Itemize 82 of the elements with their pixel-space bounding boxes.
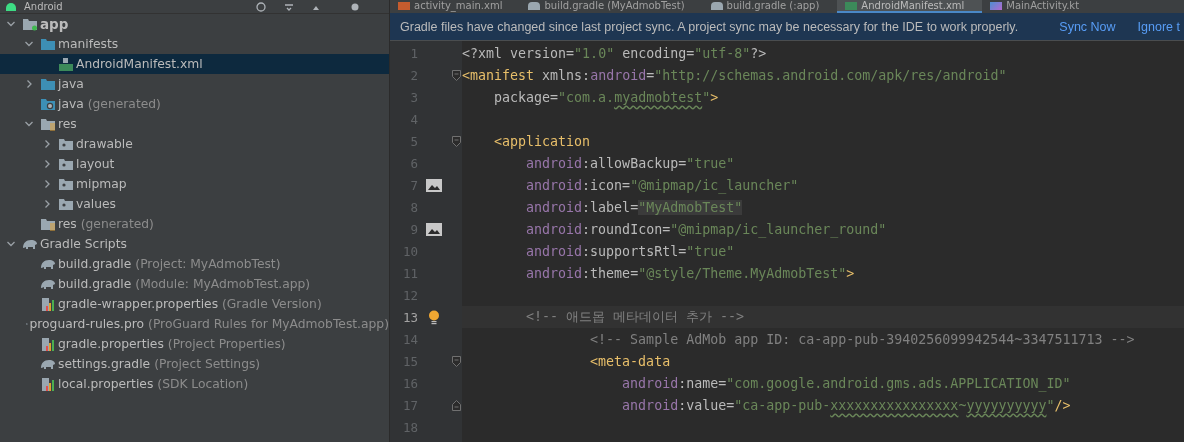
chevron-icon[interactable] <box>6 19 16 29</box>
banner-link[interactable]: Ignore t <box>1137 19 1180 34</box>
settings-icon[interactable] <box>349 1 361 12</box>
tree-item[interactable]: Gradle Scripts <box>0 234 389 254</box>
chevron-icon[interactable] <box>42 159 52 169</box>
editor-tab[interactable]: build.gradle (MyAdmobTest) <box>520 0 703 13</box>
tree-item[interactable]: gradle.properties (Project Properties) <box>0 334 389 354</box>
folder-icon <box>58 177 74 191</box>
tree-item[interactable]: java (generated) <box>0 94 389 114</box>
code-line: android:icon="@mipmap/ic_launcher" <box>525 177 799 193</box>
elephant-icon <box>40 277 56 291</box>
folder-icon <box>40 77 56 91</box>
image-icon <box>426 178 442 192</box>
folder-icon <box>58 157 74 171</box>
code-line: android:theme="@style/Theme.MyAdmobTest"> <box>525 265 855 281</box>
code-line: android:allowBackup="true" <box>525 155 735 171</box>
properties-file-icon <box>40 297 56 311</box>
android-icon <box>6 2 16 11</box>
properties-file-icon <box>40 377 56 391</box>
fold-icon[interactable] <box>451 355 461 367</box>
editor-tab[interactable]: build.gradle (:app) <box>702 0 838 13</box>
code-line: <meta-data <box>589 353 671 369</box>
tree-item[interactable]: res (generated) <box>0 214 389 234</box>
folder-icon <box>58 197 74 211</box>
editor-tab[interactable]: MainActivity.kt <box>982 0 1098 13</box>
chevron-icon[interactable] <box>42 139 52 149</box>
tree-item[interactable]: app <box>0 14 389 34</box>
elephant-icon <box>22 237 38 251</box>
manifest-file-icon <box>58 57 74 71</box>
chevron-icon[interactable] <box>24 79 34 89</box>
chevron-icon[interactable] <box>24 39 34 49</box>
banner-message: Gradle files have changed since last project sync. A project sync may be necessary for the IDE to work properly. <box>400 19 1019 34</box>
tree-item[interactable]: java <box>0 74 389 94</box>
folder-icon <box>40 117 56 131</box>
tree-item[interactable]: build.gradle (Module: MyAdmobTest.app) <box>0 274 389 294</box>
code-line: android:supportsRtl="true" <box>525 243 735 259</box>
module-folder-icon <box>22 17 38 31</box>
code-line: <manifest xmlns:android="http://schemas.android.com/apk/res/android" <box>462 67 1007 83</box>
code-line: android:label="MyAdmobTest" <box>525 199 743 215</box>
tree-item[interactable]: settings.gradle (Project Settings) <box>0 354 389 374</box>
line-number: 13 <box>401 309 418 325</box>
tree-item[interactable]: AndroidManifest.xml <box>0 54 389 74</box>
code-line: android:value="ca-app-pub-xxxxxxxxxxxxxxxx~yyyyyyyyyy"/> <box>621 397 1071 413</box>
tree-item[interactable]: build.gradle (Project: MyAdmobTest) <box>0 254 389 274</box>
tree-item[interactable]: drawable <box>0 134 389 154</box>
chevron-icon[interactable] <box>42 179 52 189</box>
chevron-icon[interactable] <box>6 239 16 249</box>
folder-icon <box>40 217 56 231</box>
elephant-icon <box>40 357 56 371</box>
folder-icon <box>40 37 56 51</box>
tree-item[interactable]: local.properties (SDK Location) <box>0 374 389 394</box>
editor-tab[interactable]: AndroidManifest.xml <box>837 0 983 13</box>
code-line: <!-- 애드몹 메타데이터 추가 --> <box>525 308 745 326</box>
code-line: <application <box>493 133 591 149</box>
folder-icon <box>40 97 56 111</box>
tree-item[interactable]: proguard-rules.pro (ProGuard Rules for MyAdmobTest.app) <box>0 314 389 334</box>
tree-item[interactable]: mipmap <box>0 174 389 194</box>
code-line: <?xml version="1.0" encoding="utf-8"?> <box>462 45 767 61</box>
banner-link[interactable]: Sync Now <box>1059 19 1116 34</box>
code-line: android:roundIcon="@mipmap/ic_launcher_round" <box>525 221 887 237</box>
fold-icon[interactable] <box>451 135 461 147</box>
code-line: <!-- Sample AdMob app ID: ca-app-pub-3940256099942544~3347511713 --> <box>589 331 1135 347</box>
tree-item[interactable]: values <box>0 194 389 214</box>
code-line: package="com.a.myadmobtest"> <box>493 89 719 105</box>
image-icon <box>426 222 442 236</box>
editor-tab[interactable]: activity_main.xml <box>390 0 521 13</box>
fold-icon[interactable] <box>451 69 461 81</box>
view-selector[interactable]: Android <box>24 1 63 12</box>
tree-item[interactable]: layout <box>0 154 389 174</box>
collapse-icon[interactable] <box>283 1 295 12</box>
tree-item[interactable]: manifests <box>0 34 389 54</box>
target-icon[interactable] <box>255 1 267 12</box>
fold-icon[interactable] <box>451 399 461 411</box>
lightbulb-icon[interactable] <box>428 309 440 325</box>
chevron-icon[interactable] <box>24 119 34 129</box>
folder-icon <box>58 137 74 151</box>
tree-item[interactable]: gradle-wrapper.properties (Gradle Version) <box>0 294 389 314</box>
properties-file-icon <box>40 337 56 351</box>
code-line: android:name="com.google.android.gms.ads.APPLICATION_ID" <box>621 375 1071 391</box>
elephant-icon <box>40 257 56 271</box>
chevron-icon[interactable] <box>42 199 52 209</box>
tree-item[interactable]: res <box>0 114 389 134</box>
